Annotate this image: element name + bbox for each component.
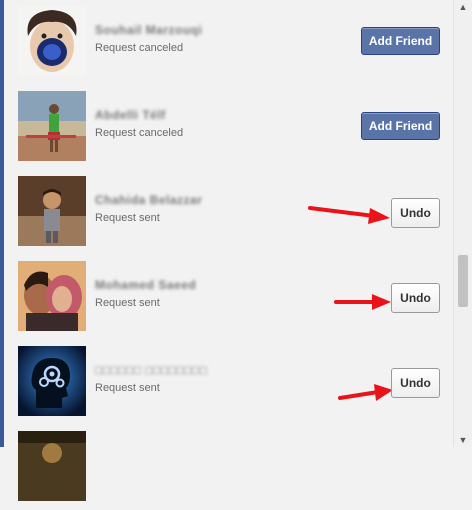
scroll-down-icon[interactable]: ▼ [454,433,472,447]
avatar[interactable] [18,6,86,76]
scrollbar[interactable]: ▲ ▼ [453,0,472,447]
friend-name[interactable]: Souhail Marzouqi [95,23,202,37]
request-status: Request sent [95,297,160,309]
red-arrow-icon [338,384,393,401]
list-item: Mohamed Saeed Request sent Undo [4,255,454,341]
scroll-up-icon[interactable]: ▲ [454,0,472,14]
red-arrow-icon [334,294,391,310]
avatar[interactable] [18,91,86,161]
avatar[interactable] [18,176,86,246]
friend-name[interactable]: Mohamed Saeed [95,278,196,292]
scrollbar-thumb[interactable] [458,255,468,307]
add-friend-button[interactable]: Add Friend [361,27,440,55]
request-status: Request canceled [95,127,184,139]
request-status: Request sent [95,212,160,224]
avatar[interactable] [18,346,86,416]
undo-button[interactable]: Undo [391,198,440,228]
avatar[interactable] [18,431,86,501]
undo-button[interactable]: Undo [391,283,440,313]
add-friend-button[interactable]: Add Friend [361,112,440,140]
friend-name[interactable]: Abdelli Télf [95,108,166,122]
list-item: Souhail Marzouqi Request canceled Add Fr… [4,0,454,86]
list-item: Abdelli Télf Request canceled Add Friend [4,85,454,171]
red-arrow-icon [308,206,390,224]
request-status: Request canceled [95,42,184,54]
friend-requests-list: Souhail Marzouqi Request canceled Add Fr… [4,0,454,510]
undo-button[interactable]: Undo [391,368,440,398]
list-item: Chahida Belazzar Request sent Undo [4,170,454,256]
friend-name[interactable]: □□□□□□ □□□□□□□□ [95,363,207,377]
friend-name[interactable]: Chahida Belazzar [95,193,202,207]
list-item: □□□□□□ □□□□□□□□ Request sent Undo [4,340,454,426]
request-status: Request sent [95,382,160,394]
avatar[interactable] [18,261,86,331]
list-item [4,425,454,510]
